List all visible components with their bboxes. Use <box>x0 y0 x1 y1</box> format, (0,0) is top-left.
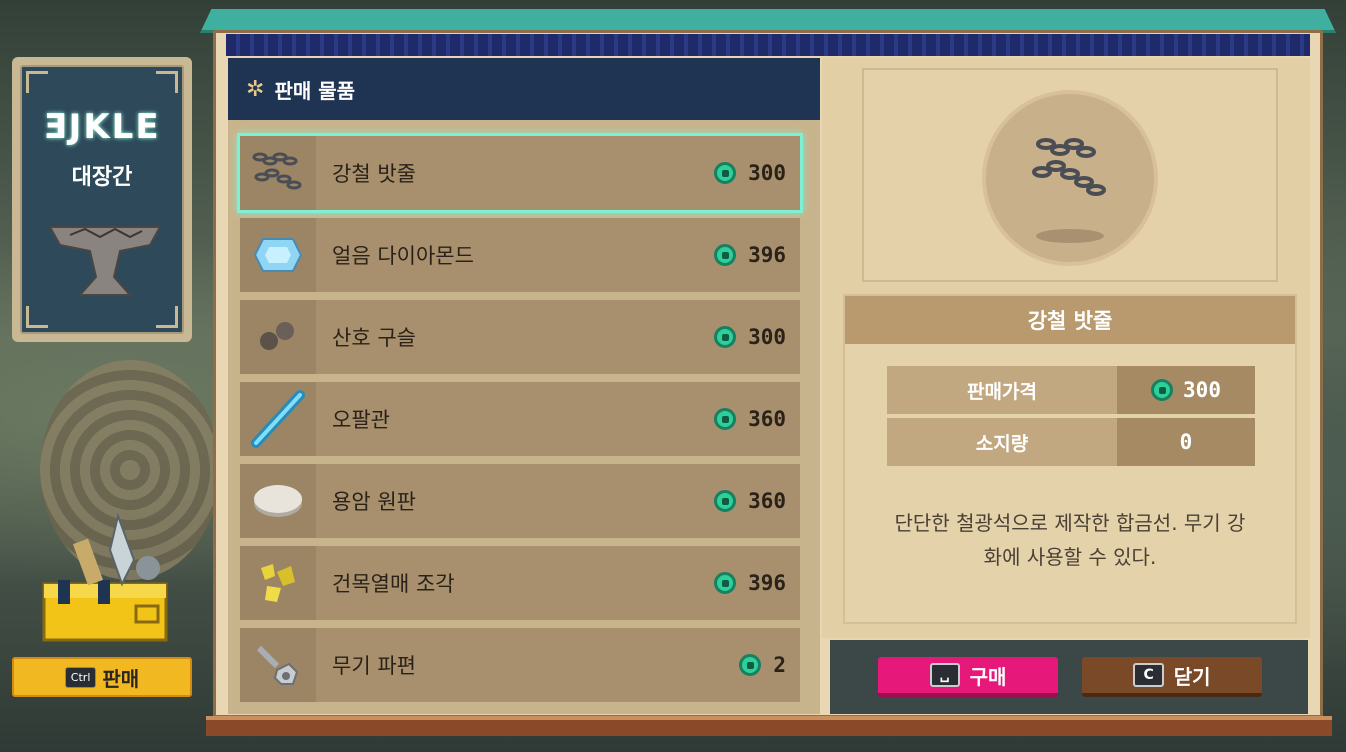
coin-icon <box>714 244 737 266</box>
opal-tube-icon <box>240 382 316 456</box>
steel-rope-icon <box>240 136 316 210</box>
buy-button[interactable]: ␣ 구매 <box>878 657 1058 697</box>
list-item[interactable]: 무기 파편 2 <box>240 628 800 702</box>
price-value: 300 <box>1183 378 1221 402</box>
shop-rune-title: ƎJKLE <box>43 107 161 147</box>
item-name: 얼음 다이아몬드 <box>332 244 474 268</box>
description-line: 단단한 철광석으로 제작한 합금선. 무기 강 <box>894 511 1246 535</box>
list-item[interactable]: 용암 원판 360 <box>240 464 800 538</box>
item-price: 2 <box>773 653 786 677</box>
item-list-header: ✲ 판매 물품 <box>228 58 820 120</box>
steel-rope-icon <box>1032 138 1106 243</box>
item-description: 단단한 철광석으로 제작한 합금선. 무기 강 화에 사용할 수 있다. <box>855 506 1285 574</box>
close-button-label: 닫기 <box>1173 664 1211 689</box>
preview-circle <box>982 90 1158 266</box>
item-list-title: 판매 물품 <box>274 78 356 103</box>
owned-label: 소지량 <box>887 418 1117 466</box>
item-price: 360 <box>748 407 786 431</box>
item-name: 오팔관 <box>332 408 390 432</box>
price-row: 판매가격 300 <box>887 366 1255 414</box>
ctrl-key-icon: Ctrl <box>64 666 97 688</box>
shop-sign: ƎJKLE 대장간 <box>12 57 192 342</box>
coin-icon <box>714 490 737 512</box>
coin-icon <box>714 162 737 184</box>
description-line: 화에 사용할 수 있다. <box>983 545 1157 569</box>
dry-fruit-piece-icon <box>240 546 316 620</box>
item-name: 강철 밧줄 <box>332 162 416 186</box>
buy-button-label: 구매 <box>969 664 1007 689</box>
knot-icon: ✲ <box>246 76 265 102</box>
coin-icon <box>739 654 762 676</box>
list-item[interactable]: 강철 밧줄 300 <box>237 133 803 213</box>
item-price: 360 <box>748 489 786 513</box>
list-item[interactable]: 산호 구슬 300 <box>240 300 800 374</box>
list-item[interactable]: 얼음 다이아몬드 396 <box>240 218 800 292</box>
coin-icon <box>714 572 737 594</box>
weapon-fragment-icon <box>240 628 316 702</box>
item-preview <box>862 68 1278 282</box>
list-item[interactable]: 건목열매 조각 396 <box>240 546 800 620</box>
item-price: 396 <box>748 571 786 595</box>
space-key-icon: ␣ <box>929 663 960 687</box>
detail-item-name: 강철 밧줄 <box>845 296 1295 344</box>
item-info-box: 강철 밧줄 판매가격 300 소지량 0 단단한 철광석으로 제작한 합금선. … <box>843 294 1297 624</box>
coin-icon <box>1151 379 1174 401</box>
item-price: 396 <box>748 243 786 267</box>
roof-trim <box>226 34 1310 56</box>
anvil-icon <box>50 226 160 296</box>
sell-button[interactable]: Ctrl 판매 <box>12 657 192 697</box>
item-name: 용암 원판 <box>332 490 416 514</box>
sell-button-label: 판매 <box>102 666 140 691</box>
toolbox-icon <box>42 512 168 642</box>
item-list-panel: ✲ 판매 물품 강철 밧줄 300 얼음 다이아몬드 396 산호 구슬 300… <box>228 58 820 714</box>
c-key-icon: C <box>1133 663 1164 687</box>
coin-icon <box>714 326 737 348</box>
item-price: 300 <box>748 161 786 185</box>
close-button[interactable]: C 닫기 <box>1082 657 1262 697</box>
item-name: 건목열매 조각 <box>332 572 455 596</box>
item-price: 300 <box>748 325 786 349</box>
coin-icon <box>714 408 737 430</box>
coral-bead-icon <box>240 300 316 374</box>
item-name: 무기 파편 <box>332 654 416 678</box>
item-name: 산호 구슬 <box>332 326 416 350</box>
owned-row: 소지량 0 <box>887 418 1255 466</box>
ice-diamond-icon <box>240 218 316 292</box>
list-item[interactable]: 오팔관 360 <box>240 382 800 456</box>
shop-name: 대장간 <box>71 165 133 190</box>
price-label: 판매가격 <box>887 366 1117 414</box>
owned-value: 0 <box>1179 430 1193 454</box>
shop-sill <box>206 716 1332 736</box>
lava-disc-icon <box>240 464 316 538</box>
